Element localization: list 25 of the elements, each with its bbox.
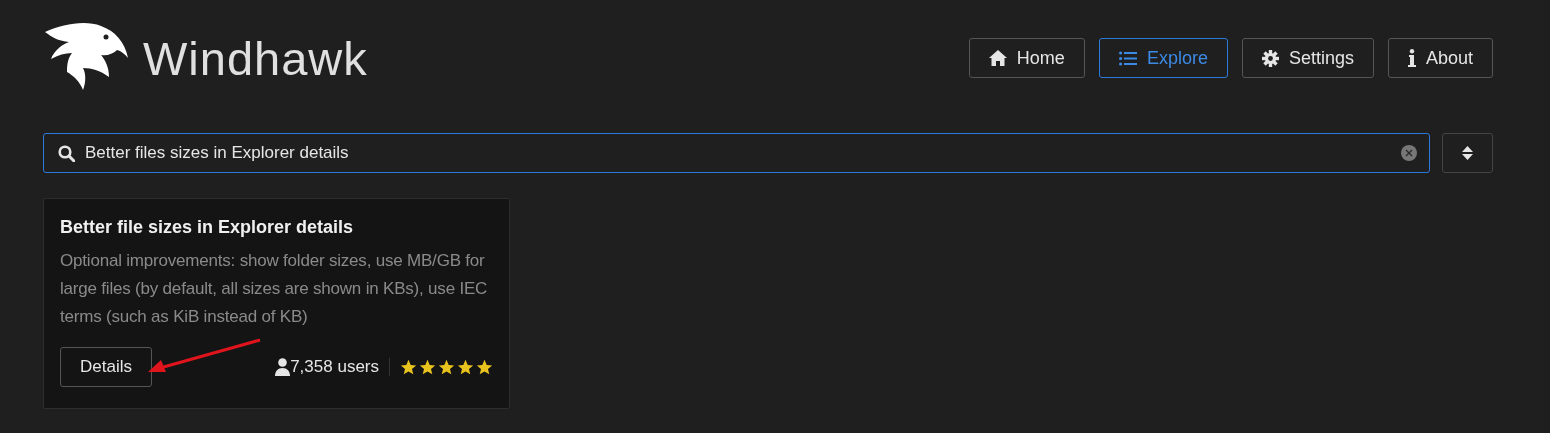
mod-description: Optional improvements: show folder sizes, use MB/GB for large files (by default, all sizes are shown in KBs), use IEC terms (such as KiB instead of KB)	[60, 250, 489, 328]
mod-title: Better file sizes in Explorer details	[60, 216, 355, 239]
star-icon	[400, 358, 417, 376]
home-icon	[988, 50, 1007, 66]
nav-tab[interactable]: Home	[968, 38, 1085, 78]
info-icon	[1407, 49, 1416, 67]
star-icon	[457, 358, 474, 376]
star-icon	[438, 358, 455, 376]
sort-icon	[1462, 146, 1473, 160]
user-icon	[275, 358, 291, 376]
star-icon	[419, 358, 436, 376]
search-input[interactable]: Better files sizes in Explorer details	[85, 143, 1391, 163]
search-bar[interactable]: Better files sizes in Explorer details	[43, 133, 1430, 173]
star-icon	[476, 358, 493, 376]
app-name: Windhawk	[143, 30, 368, 86]
sort-button[interactable]	[1442, 133, 1493, 173]
nav-tab[interactable]: About	[1387, 38, 1493, 78]
list-icon	[1118, 50, 1137, 66]
clear-icon[interactable]	[1401, 145, 1417, 161]
search-icon	[58, 144, 75, 162]
details-button[interactable]: Details	[60, 347, 152, 387]
nav-tab[interactable]: Settings	[1241, 38, 1374, 78]
nav-tab[interactable]: Explore	[1098, 38, 1228, 78]
user-count: 7,358 users	[290, 357, 379, 377]
gear-icon	[1261, 49, 1279, 67]
